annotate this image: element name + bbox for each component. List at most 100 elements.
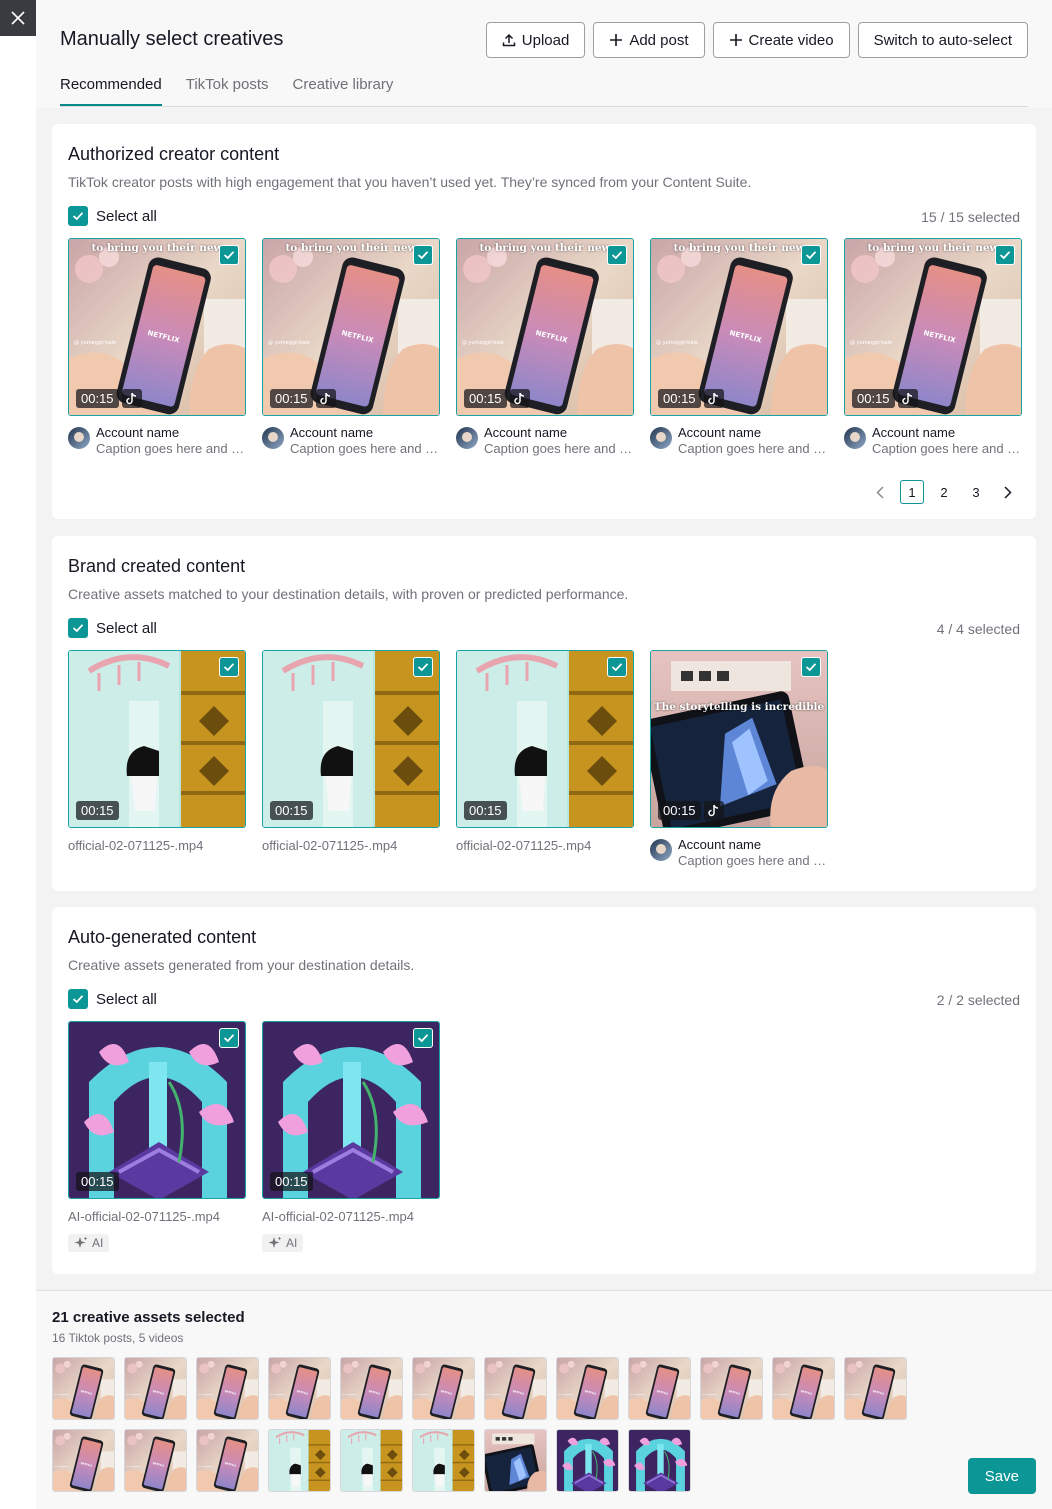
select-all-checkbox[interactable]: Select all [68, 989, 157, 1009]
upload-button[interactable]: Upload [485, 22, 586, 58]
tile-checkbox[interactable] [219, 245, 239, 265]
tile-checkbox[interactable] [219, 657, 239, 677]
duration-text: 00:15 [76, 801, 119, 820]
creative-tile[interactable]: 00:15 official-02-071125-.mp4 [262, 650, 440, 869]
tab-creative-library[interactable]: Creative library [293, 76, 394, 106]
creative-tile[interactable]: to bring you their new 00:15 Account nam… [456, 238, 634, 457]
selected-thumbnail[interactable] [124, 1429, 187, 1492]
tile-checkbox[interactable] [607, 657, 627, 677]
phone-thumbnail-image [485, 1358, 547, 1420]
authorized-tiles: to bring you their new 00:15 Account nam… [68, 238, 1022, 457]
creative-tile[interactable]: 00:15 official-02-071125-.mp4 [68, 650, 246, 869]
tab-tiktok-posts[interactable]: TikTok posts [186, 76, 269, 106]
tile-checkbox[interactable] [219, 1028, 239, 1048]
duration-text: 00:15 [270, 801, 313, 820]
avatar [456, 427, 478, 449]
tile-checkbox[interactable] [995, 245, 1015, 265]
close-button[interactable] [0, 0, 36, 36]
video-thumbnail[interactable]: to bring you their new 00:15 [650, 238, 828, 416]
section-description: Creative assets generated from your dest… [68, 957, 415, 973]
video-thumbnail[interactable]: 00:15 [262, 1021, 440, 1199]
duration-badge: 00:15 [852, 389, 918, 408]
video-thumbnail[interactable]: to bring you their new 00:15 [68, 238, 246, 416]
selected-thumbnail[interactable] [412, 1429, 475, 1492]
switch-auto-select-button[interactable]: Switch to auto-select [857, 22, 1028, 58]
video-thumbnail[interactable]: to bring you their new 00:15 [456, 238, 634, 416]
selected-thumbnail[interactable] [484, 1357, 547, 1420]
creative-tile[interactable]: to bring you their new 00:15 Account nam… [262, 238, 440, 457]
page-1-button[interactable]: 1 [900, 480, 924, 504]
creative-tile[interactable]: to bring you their new 00:15 Account nam… [68, 238, 246, 457]
duration-badge: 00:15 [464, 801, 507, 820]
section-title: Brand created content [68, 556, 246, 576]
duration-text: 00:15 [270, 389, 313, 408]
phone-thumbnail-image [53, 1358, 115, 1420]
duration-text: 00:15 [658, 389, 701, 408]
selected-thumbnail[interactable] [556, 1357, 619, 1420]
creative-tile[interactable]: 00:15 AI-official-02-071125-.mp4 AI [262, 1021, 440, 1255]
creative-tile[interactable]: 00:15 AI-official-02-071125-.mp4 AI [68, 1021, 246, 1255]
selected-thumbnail[interactable] [628, 1357, 691, 1420]
upload-label: Upload [521, 31, 570, 49]
account-name: Account name [290, 425, 374, 440]
select-all-checkbox[interactable]: Select all [68, 206, 157, 226]
creator-meta: Account name Caption goes here and trunc… [456, 425, 634, 457]
page-2-button[interactable]: 2 [932, 480, 956, 504]
create-video-button[interactable]: Create video [712, 22, 850, 58]
tile-checkbox[interactable] [413, 245, 433, 265]
selected-thumbnail[interactable] [412, 1357, 475, 1420]
avatar [844, 427, 866, 449]
creative-tile[interactable]: to bring you their new 00:15 Account nam… [650, 238, 828, 457]
selected-summary-title: 21 creative assets selected [52, 1309, 245, 1326]
tab-recommended[interactable]: Recommended [60, 76, 162, 106]
auto-tiles: 00:15 AI-official-02-071125-.mp4 AI 00:1… [68, 1021, 440, 1255]
caption: Caption goes here and truncates [484, 441, 634, 456]
selected-thumbnail[interactable] [628, 1429, 691, 1492]
duration-badge: 00:15 [270, 1172, 313, 1191]
video-thumbnail[interactable]: to bring you their new 00:15 [844, 238, 1022, 416]
video-thumbnail[interactable]: 00:15 [262, 650, 440, 828]
video-thumbnail[interactable]: 00:15 [68, 650, 246, 828]
selected-thumbnail[interactable] [268, 1357, 331, 1420]
selected-thumbnail[interactable] [196, 1429, 259, 1492]
video-thumbnail[interactable]: 00:15 [456, 650, 634, 828]
selected-thumbnail[interactable] [340, 1357, 403, 1420]
selected-thumbnail[interactable] [772, 1357, 835, 1420]
tile-checkbox[interactable] [607, 245, 627, 265]
next-page-button[interactable] [996, 480, 1020, 504]
tile-checkbox[interactable] [413, 1028, 433, 1048]
selected-thumbnail[interactable] [52, 1429, 115, 1492]
selected-thumbnail[interactable] [196, 1357, 259, 1420]
duration-text: 00:15 [270, 1172, 313, 1191]
selected-thumbnail[interactable] [700, 1357, 763, 1420]
page-3-button[interactable]: 3 [964, 480, 988, 504]
tile-checkbox[interactable] [801, 245, 821, 265]
prev-page-button[interactable] [868, 480, 892, 504]
selected-thumbnail[interactable] [52, 1357, 115, 1420]
tile-checkbox[interactable] [413, 657, 433, 677]
add-post-button[interactable]: Add post [593, 22, 705, 58]
video-thumbnail[interactable]: 00:15 [68, 1021, 246, 1199]
caption: Caption goes here and truncates [290, 441, 440, 456]
creative-tile[interactable]: 00:15 official-02-071125-.mp4 [456, 650, 634, 869]
selected-thumbnail[interactable] [844, 1357, 907, 1420]
selected-thumbnail[interactable] [268, 1429, 331, 1492]
selected-thumbnail[interactable] [484, 1429, 547, 1492]
selected-thumbnail[interactable] [556, 1429, 619, 1492]
file-name: AI-official-02-071125-.mp4 [262, 1209, 414, 1224]
creative-tile[interactable]: The storytelling is incredible 00:15 Acc… [650, 650, 828, 869]
phone-thumbnail-image [197, 1358, 259, 1420]
video-thumbnail[interactable]: The storytelling is incredible 00:15 [650, 650, 828, 828]
chevron-left-icon [876, 485, 884, 499]
save-button[interactable]: Save [967, 1458, 1036, 1494]
selected-thumbnail[interactable] [340, 1429, 403, 1492]
tiktok-icon [315, 389, 336, 408]
video-thumbnail[interactable]: to bring you their new 00:15 [262, 238, 440, 416]
avatar [68, 427, 90, 449]
creative-tile[interactable]: to bring you their new 00:15 Account nam… [844, 238, 1022, 457]
selected-thumbnail[interactable] [124, 1357, 187, 1420]
select-all-checkbox[interactable]: Select all [68, 618, 157, 638]
tile-checkbox[interactable] [801, 657, 821, 677]
duration-badge: 00:15 [76, 389, 142, 408]
account-name: Account name [872, 425, 956, 440]
